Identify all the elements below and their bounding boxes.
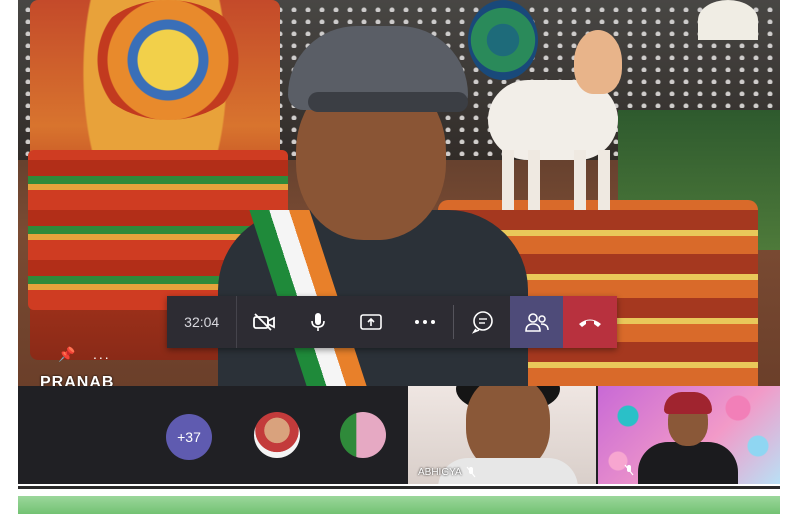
background-dome: [698, 0, 758, 40]
share-screen-icon[interactable]: [344, 296, 398, 348]
presenter-name: PRANAB: [40, 374, 115, 386]
participant-avatar[interactable]: [340, 412, 386, 458]
microphone-icon[interactable]: [291, 296, 345, 348]
more-options-icon[interactable]: [398, 296, 452, 348]
call-timer: 32:04: [167, 296, 238, 348]
camera-off-icon[interactable]: [237, 296, 291, 348]
participant-avatar[interactable]: [254, 412, 300, 458]
more-participants-button[interactable]: +37: [166, 414, 212, 460]
participant-video-tile[interactable]: [598, 386, 780, 484]
pin-icon[interactable]: 📌: [58, 346, 75, 363]
participant-video-tile[interactable]: ABHIGYA: [408, 386, 596, 484]
participant-name: ABHIGYA: [418, 466, 462, 478]
section-divider: [18, 486, 780, 489]
participant-label: ABHIGYA: [418, 466, 476, 478]
call-controls: 32:04: [167, 296, 617, 348]
right-margin: [780, 0, 800, 514]
left-margin: [0, 0, 18, 514]
mic-off-icon: [466, 466, 476, 478]
hang-up-icon[interactable]: [563, 296, 617, 348]
participant-strip: +37 ABHIGYA: [18, 386, 780, 484]
controls-divider: [453, 305, 455, 339]
participants-icon[interactable]: [509, 296, 564, 348]
next-video-preview: [18, 496, 780, 514]
chat-icon[interactable]: [456, 296, 510, 348]
tile-options-icon[interactable]: ...: [93, 346, 111, 362]
mic-off-icon: [624, 464, 634, 476]
